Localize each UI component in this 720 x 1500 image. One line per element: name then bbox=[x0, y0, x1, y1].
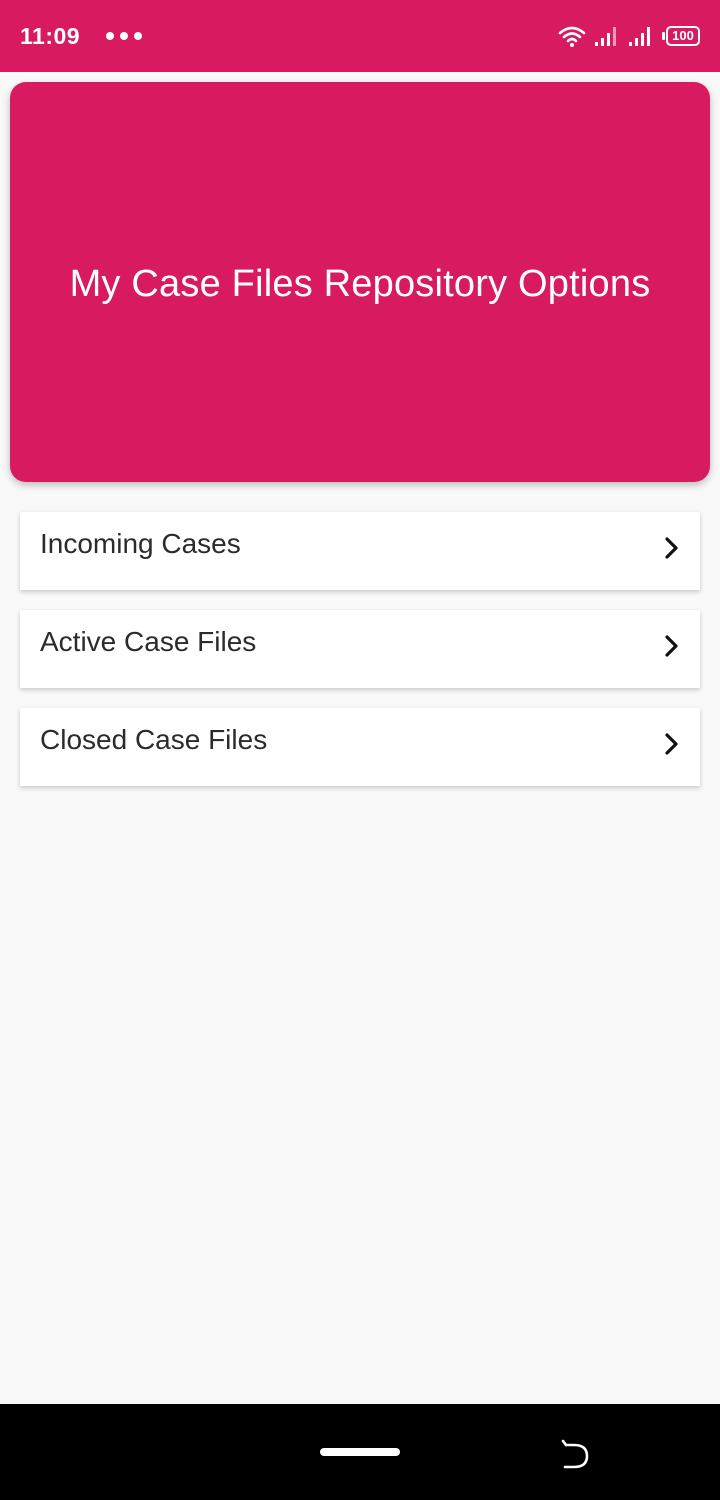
options-list: Incoming Cases Active Case Files Closed … bbox=[20, 512, 700, 806]
option-label: Closed Case Files bbox=[40, 724, 268, 755]
wifi-icon bbox=[558, 26, 586, 47]
option-incoming-cases[interactable]: Incoming Cases bbox=[20, 512, 700, 590]
chevron-right-icon bbox=[665, 635, 678, 657]
chevron-right-icon bbox=[665, 733, 678, 755]
navigation-bar bbox=[0, 1404, 720, 1500]
status-left: 11:09 bbox=[20, 22, 143, 50]
more-dots-icon bbox=[106, 32, 143, 40]
option-label: Incoming Cases bbox=[40, 528, 241, 559]
page-title: My Case Files Repository Options bbox=[69, 262, 651, 305]
status-right: 100 bbox=[558, 25, 700, 47]
battery-icon: 100 bbox=[662, 26, 700, 46]
status-time: 11:09 bbox=[20, 22, 81, 49]
option-closed-case-files[interactable]: Closed Case Files bbox=[20, 708, 700, 786]
home-pill-icon[interactable] bbox=[320, 1448, 400, 1456]
signal-icon bbox=[629, 27, 650, 46]
chevron-right-icon bbox=[665, 537, 678, 559]
app-screen: 11:09 100 My Case Files Repository Optio… bbox=[0, 0, 720, 1500]
signal-icon bbox=[595, 27, 616, 46]
option-active-case-files[interactable]: Active Case Files bbox=[20, 610, 700, 688]
back-gesture-icon[interactable] bbox=[560, 1438, 592, 1472]
option-label: Active Case Files bbox=[40, 626, 257, 657]
status-bar: 11:09 100 bbox=[0, 0, 720, 72]
header-card: My Case Files Repository Options bbox=[10, 82, 710, 482]
battery-level: 100 bbox=[666, 26, 700, 46]
